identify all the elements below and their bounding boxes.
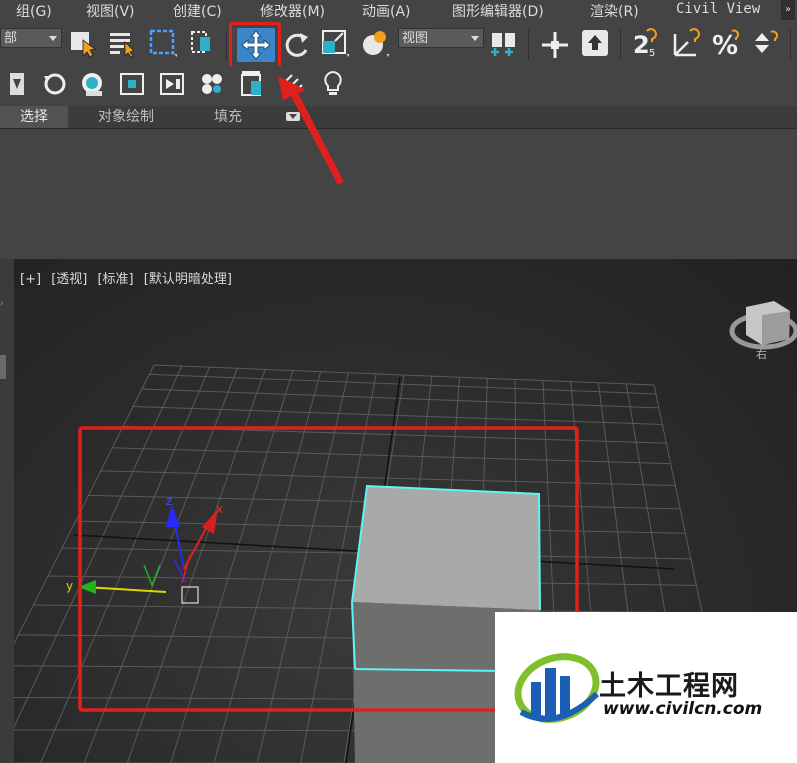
watermark-logo: 土木工程网 www.civilcn.com <box>495 612 797 763</box>
keyboard-shortcut-override-icon[interactable] <box>580 28 610 58</box>
menu-views[interactable]: 视图(V) <box>86 1 135 21</box>
use-pivot-point-center-icon[interactable] <box>489 28 519 58</box>
selection-filter-value: 部 <box>4 31 18 46</box>
render-setup-icon[interactable] <box>238 69 268 99</box>
menu-modifiers[interactable]: 修改器(M) <box>260 1 325 21</box>
menu-rendering[interactable]: 渲染(R) <box>590 1 639 21</box>
menu-group[interactable]: 组(G) <box>16 1 52 21</box>
watermark-url: www.civilcn.com <box>603 699 763 719</box>
tab-populate[interactable]: 填充 <box>214 106 242 128</box>
select-object-icon[interactable] <box>68 28 98 58</box>
reference-coordinate-value: 视图 <box>402 31 429 46</box>
svg-text:2: 2 <box>633 31 650 58</box>
material-editor-icon[interactable] <box>198 69 228 99</box>
menu-graph-editors[interactable]: 图形编辑器(D) <box>452 1 544 21</box>
ribbon-options-dropdown[interactable] <box>284 106 314 128</box>
toggle-scene-explorer-icon[interactable] <box>118 69 148 99</box>
named-selection-sets-icon[interactable] <box>2 69 32 99</box>
grid-line <box>100 470 676 487</box>
grid-line <box>112 447 671 465</box>
rendered-frame-window-icon[interactable] <box>278 69 308 99</box>
grid-line <box>149 373 656 395</box>
tab-object-paint[interactable]: 对象绘制 <box>98 106 154 128</box>
select-and-rotate-icon[interactable] <box>282 30 312 60</box>
reference-coordinate-dropdown[interactable]: 视图 <box>398 28 484 48</box>
window-crossing-icon[interactable] <box>188 28 218 58</box>
percent-snap-toggle-icon[interactable]: % <box>712 28 742 58</box>
mirror-icon[interactable] <box>40 69 70 99</box>
secondary-toolbar <box>0 66 797 104</box>
rectangular-selection-region-icon[interactable] <box>148 28 178 58</box>
axis-label-x: x <box>216 502 223 516</box>
viewport-left-edge: › <box>0 259 14 763</box>
grid-line <box>141 388 659 409</box>
select-and-scale-icon[interactable] <box>320 28 350 58</box>
civilcn-logo-icon <box>514 653 600 723</box>
menu-overflow-button[interactable]: » <box>781 0 795 20</box>
toggle-layer-explorer-icon[interactable] <box>158 69 188 99</box>
snaps-toggle-icon[interactable]: 25 <box>632 28 662 58</box>
svg-text:%: % <box>712 31 738 58</box>
axis-label-z: z <box>166 494 172 508</box>
menu-bar: 组(G) 视图(V) 创建(C) 修改器(M) 动画(A) 图形编辑器(D) 渲… <box>0 0 797 22</box>
grid-line <box>14 365 183 729</box>
watermark-title: 土木工程网 <box>599 671 739 702</box>
ribbon-panel <box>0 129 797 257</box>
spinner-snap-toggle-icon[interactable] <box>752 28 782 58</box>
viewcube-label: 右 <box>756 347 767 361</box>
collapse-arrow-icon[interactable]: › <box>0 299 6 319</box>
svg-text:5: 5 <box>649 48 655 58</box>
select-by-name-icon[interactable] <box>108 28 138 58</box>
move-tool-highlight-box <box>229 22 281 70</box>
ribbon-tab-bar: 选择 对象绘制 填充 <box>0 106 797 129</box>
select-and-manipulate-icon[interactable] <box>540 30 570 60</box>
axis-label-y: y <box>66 579 73 593</box>
grid-line <box>133 406 663 425</box>
grid-line <box>14 364 155 645</box>
transform-gizmo[interactable] <box>78 505 218 604</box>
viewcube[interactable]: 右 <box>729 301 797 361</box>
menu-animation[interactable]: 动画(A) <box>362 1 411 21</box>
menu-civil-view[interactable]: Civil View <box>676 1 760 17</box>
selection-filter-dropdown[interactable]: 部 <box>0 28 62 48</box>
angle-snap-toggle-icon[interactable] <box>672 28 702 58</box>
menu-create[interactable]: 创建(C) <box>173 1 222 21</box>
tab-selection[interactable]: 选择 <box>0 106 68 128</box>
scroll-handle[interactable] <box>0 355 6 379</box>
main-toolbar: 部 视图 25 % <box>0 22 797 66</box>
ribbon-options-icon <box>286 112 310 121</box>
render-production-icon[interactable] <box>318 69 348 99</box>
grid-line <box>153 364 655 386</box>
select-and-place-icon[interactable] <box>360 28 390 58</box>
gizmo-z-arrow[interactable] <box>166 505 180 527</box>
align-icon[interactable] <box>78 69 108 99</box>
